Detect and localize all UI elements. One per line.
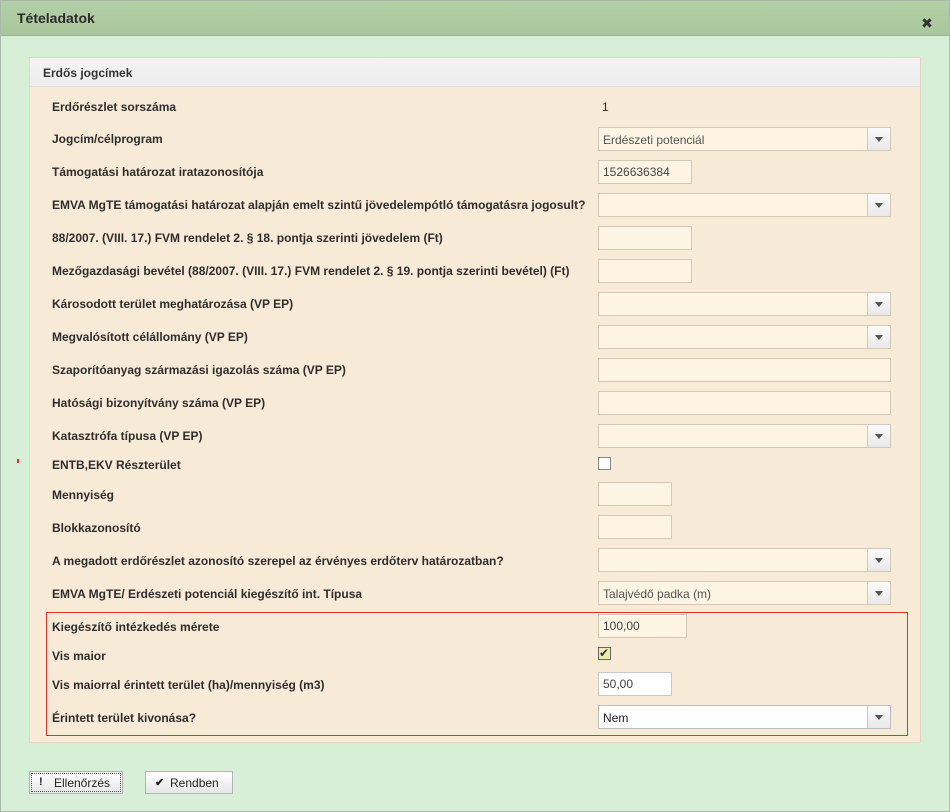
decision-id-input[interactable]: 1526636384: [598, 160, 692, 184]
panel-header: Erdős jogcímek: [30, 58, 920, 87]
close-icon[interactable]: ✖: [921, 16, 933, 30]
field-label: Szaporítóanyag származási igazolás száma…: [52, 363, 346, 377]
supplementary-type-select[interactable]: Talajvédő padka (m): [598, 581, 891, 605]
chevron-down-icon[interactable]: [867, 128, 890, 150]
chevron-down-icon[interactable]: [867, 293, 890, 315]
field-label: ENTB,EKV Részterület: [52, 458, 181, 472]
chevron-down-icon[interactable]: [867, 549, 890, 571]
area-withdrawal-select-value: Nem: [603, 711, 629, 725]
program-select[interactable]: Erdészeti potenciál: [598, 127, 891, 151]
field-label: Megvalósított célállomány (VP EP): [52, 330, 248, 344]
origin-certificate-input[interactable]: [598, 358, 891, 382]
vis-maior-checkbox[interactable]: [598, 646, 611, 660]
field-label: Kiegészítő intézkedés mérete: [52, 620, 220, 634]
dialog-titlebar[interactable]: Tételadatok ✖: [1, 1, 949, 36]
chevron-down-icon[interactable]: [867, 194, 890, 216]
dialog-title: Tételadatok: [17, 10, 95, 26]
check-button-label: Ellenőrzés: [54, 776, 111, 790]
field-label: A megadott erdőrészlet azonosító szerepe…: [52, 554, 504, 568]
measure-size-input[interactable]: 100,00: [598, 614, 687, 638]
field-label: Mezőgazdasági bevétel (88/2007. (VIII. 1…: [52, 264, 570, 278]
forest-section-number-value: 1: [602, 100, 609, 114]
field-label: Jogcím/célprogram: [52, 132, 163, 146]
chevron-down-icon[interactable]: [867, 582, 890, 604]
field-label: Erdőrészlet sorszáma: [52, 100, 177, 114]
field-label: Vis maiorral érintett terület (ha)/menny…: [52, 678, 325, 692]
block-id-input[interactable]: [598, 515, 672, 539]
field-label: Mennyiség: [52, 488, 115, 502]
error-marker: [17, 459, 19, 463]
field-label: Érintett terület kivonása?: [52, 711, 197, 725]
income-input[interactable]: [598, 226, 692, 250]
field-label: Katasztrófa típusa (VP EP): [52, 429, 203, 443]
dialog-window: Tételadatok ✖ Erdős jogcímek Erdőrészlet…: [0, 0, 950, 812]
forest-plan-select[interactable]: [598, 548, 891, 572]
field-label: EMVA MgTE támogatási határozat alapján e…: [52, 198, 586, 212]
target-stand-select[interactable]: [598, 325, 891, 349]
ok-button-label: Rendben: [170, 776, 219, 790]
exclamation-icon: !: [39, 776, 43, 788]
official-certificate-input[interactable]: [598, 391, 891, 415]
chevron-down-icon[interactable]: [867, 425, 890, 447]
eligibility-select[interactable]: [598, 193, 891, 217]
subarea-checkbox[interactable]: [598, 457, 611, 470]
ok-button[interactable]: ✔ Rendben: [145, 771, 233, 794]
disaster-type-select[interactable]: [598, 424, 891, 448]
panel-title: Erdős jogcímek: [43, 66, 133, 80]
area-withdrawal-select[interactable]: Nem: [598, 705, 891, 729]
agricultural-revenue-input[interactable]: [598, 259, 692, 283]
program-select-value: Erdészeti potenciál: [603, 133, 705, 147]
check-button[interactable]: ! Ellenőrzés: [29, 771, 123, 794]
field-label: Vis maior: [52, 649, 106, 663]
field-label: Blokkazonosító: [52, 521, 141, 535]
chevron-down-icon[interactable]: [867, 706, 890, 728]
quantity-input[interactable]: [598, 482, 672, 506]
field-label: 88/2007. (VIII. 17.) FVM rendelet 2. § 1…: [52, 231, 443, 245]
field-label: Hatósági bizonyítvány száma (VP EP): [52, 396, 266, 410]
field-label: EMVA MgTE/ Erdészeti potenciál kiegészít…: [52, 587, 363, 601]
field-label: Károsodott terület meghatározása (VP EP): [52, 297, 294, 311]
chevron-down-icon[interactable]: [867, 326, 890, 348]
affected-area-input[interactable]: 50,00: [598, 672, 672, 696]
supplementary-type-select-value: Talajvédő padka (m): [603, 587, 712, 601]
form-panel: Erdős jogcímek Erdőrészlet sorszáma 1 Jo…: [29, 57, 921, 743]
field-label: Támogatási határozat iratazonosítója: [52, 165, 264, 179]
damaged-area-select[interactable]: [598, 292, 891, 316]
checkmark-icon: ✔: [155, 777, 165, 789]
